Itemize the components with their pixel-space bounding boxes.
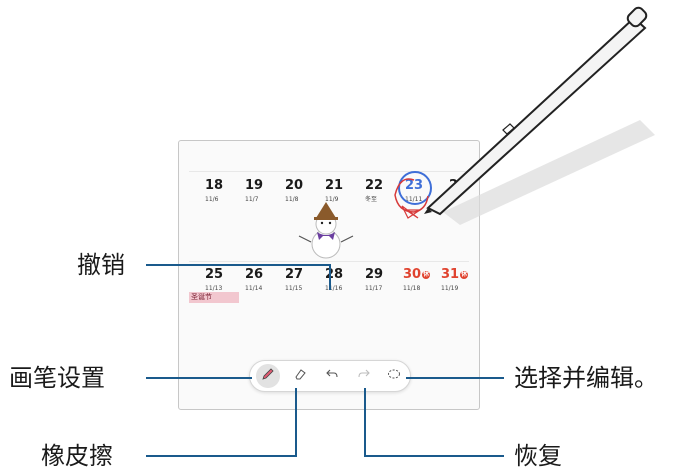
s-pen-illustration xyxy=(146,6,655,457)
pen-settings-callout: 画笔设置 xyxy=(9,364,105,392)
eraser-callout: 橡皮擦 xyxy=(41,442,113,470)
undo-callout: 撤销 xyxy=(77,251,125,279)
select-edit-callout: 选择并编辑。 xyxy=(514,364,658,392)
redo-callout: 恢复 xyxy=(514,442,562,470)
